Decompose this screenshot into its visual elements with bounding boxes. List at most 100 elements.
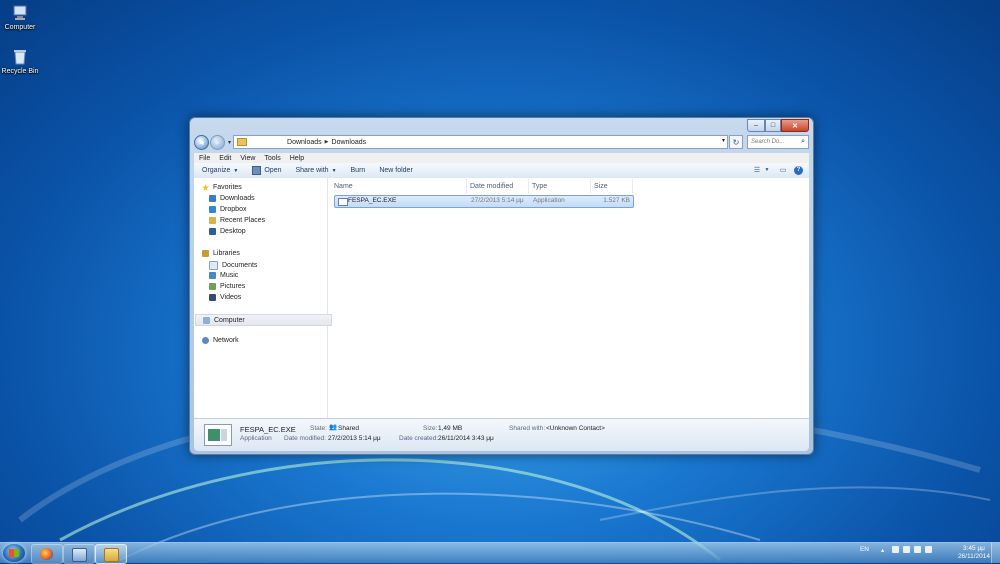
recent-places-icon [209, 217, 216, 224]
network-app-icon [72, 548, 87, 562]
new-folder-button[interactable]: New folder [379, 167, 412, 174]
file-size: 1.527 KB [603, 197, 630, 204]
nav-network[interactable]: Network [202, 337, 239, 344]
desktop-icon-label: Computer [4, 24, 36, 31]
details-pane: FESPA_EC.EXE Application State: 👥 Shared… [194, 418, 809, 451]
clock[interactable]: 3:45 μμ 26/11/2014 [958, 545, 990, 561]
chevron-down-icon[interactable]: ▼ [762, 165, 772, 175]
column-header-type[interactable]: Type [532, 179, 591, 193]
recycle-bin-icon [11, 48, 29, 66]
network-tray-icon[interactable] [903, 546, 910, 553]
nav-favorites[interactable]: Favorites [202, 184, 242, 191]
nav-label: Music [220, 272, 239, 279]
detail-modified-label: Date modified: [284, 435, 326, 442]
burn-button[interactable]: Burn [351, 167, 366, 174]
nav-item-pictures[interactable]: Pictures [209, 283, 245, 290]
show-desktop-button[interactable] [991, 543, 1000, 563]
desktop-icon-recycle-bin[interactable]: Recycle Bin [0, 48, 40, 75]
menu-help[interactable]: Help [290, 155, 304, 162]
language-indicator[interactable]: EN [860, 546, 869, 553]
detail-state-label: State: [310, 425, 327, 432]
share-with-label: Share with [295, 167, 329, 174]
preview-pane-icon[interactable]: ▭ [778, 165, 788, 175]
nav-label: Pictures [220, 283, 246, 290]
file-list: Name Date modified Type Size FESPA_EC.EX… [328, 178, 809, 418]
organize-button[interactable]: Organize ▼ [202, 167, 238, 174]
taskbar-firefox[interactable] [31, 544, 63, 564]
menu-tools[interactable]: Tools [264, 155, 280, 162]
nav-item-documents[interactable]: Documents [209, 261, 257, 270]
firefox-icon [40, 548, 53, 560]
nav-label: Network [213, 337, 239, 344]
command-bar: Organize ▼ Open Share with ▼ Burn New fold… [194, 163, 809, 179]
chevron-down-icon: ▼ [331, 167, 337, 174]
folder-icon [104, 548, 119, 562]
search-input[interactable]: Search Do... ⌕ [747, 135, 809, 149]
chevron-down-icon: ▼ [233, 167, 239, 174]
share-with-button[interactable]: Share with ▼ [295, 167, 336, 174]
recent-pages-dropdown[interactable]: ▾ [228, 139, 231, 146]
address-dropdown-icon[interactable]: ▾ [722, 137, 725, 144]
nav-item-downloads[interactable]: Downloads [209, 195, 255, 202]
desktop-icon-computer[interactable]: Computer [0, 4, 40, 31]
help-icon[interactable]: ? [794, 165, 803, 175]
open-button[interactable]: Open [252, 166, 281, 175]
detail-size-label: Size: [423, 425, 438, 432]
nav-item-music[interactable]: Music [209, 272, 238, 279]
navigation-pane: Favorites Downloads Dropbox Recent Place… [194, 178, 332, 418]
action-center-icon[interactable] [892, 546, 899, 553]
table-row[interactable]: FESPA_EC.EXE 27/2/2013 5:14 μμ Applicati… [334, 195, 634, 208]
shared-users-icon: 👥 [329, 424, 338, 431]
nav-computer[interactable]: Computer [195, 314, 332, 326]
nav-item-dropbox[interactable]: Dropbox [209, 206, 246, 213]
address-bar[interactable]: Downloads ▶ Downloads ▾ [233, 135, 728, 149]
maximize-button[interactable]: □ [765, 119, 781, 132]
libraries-icon [202, 250, 209, 257]
menu-file[interactable]: File [199, 155, 210, 162]
taskbar-app[interactable] [63, 544, 95, 564]
open-label: Open [264, 167, 282, 174]
computer-icon [203, 316, 210, 324]
window-controls: – □ ✕ [747, 119, 809, 132]
open-icon [252, 166, 262, 175]
taskbar-explorer[interactable] [95, 544, 127, 564]
application-icon [338, 198, 348, 206]
refresh-button[interactable]: ↻ [729, 135, 743, 149]
breadcrumb-item[interactable]: Downloads [287, 139, 322, 146]
minimize-button[interactable]: – [747, 119, 765, 132]
column-label: Name [334, 182, 353, 190]
computer-icon [11, 4, 29, 22]
music-icon [209, 272, 216, 279]
nav-item-videos[interactable]: Videos [209, 294, 241, 301]
breadcrumb-item[interactable]: Downloads [332, 139, 367, 146]
close-button[interactable]: ✕ [781, 119, 809, 132]
nav-libraries[interactable]: Libraries [202, 250, 240, 257]
file-thumbnail [204, 424, 232, 446]
menu-edit[interactable]: Edit [219, 155, 231, 162]
volume-icon[interactable] [914, 546, 921, 553]
column-header-size[interactable]: Size [594, 179, 633, 193]
folder-icon [237, 138, 248, 146]
breadcrumb-separator-icon[interactable]: ▶ [325, 139, 329, 145]
nav-label: Computer [214, 316, 245, 324]
explorer-window: – □ ✕ ◂ ▸ ▾ Downloads ▶ Downloads ▾ ↻ Se… [189, 117, 814, 455]
column-header-date-modified[interactable]: Date modified [470, 179, 529, 193]
forward-button[interactable]: ▸ [210, 134, 225, 150]
organize-label: Organize [202, 167, 231, 174]
menu-view[interactable]: View [240, 155, 255, 162]
desktop-icon [209, 228, 216, 235]
column-header-name[interactable]: Name [334, 179, 467, 193]
nav-label: Desktop [220, 228, 246, 235]
detail-size-value: 1,49 MB [438, 425, 463, 432]
nav-item-recent-places[interactable]: Recent Places [209, 217, 265, 224]
back-button[interactable]: ◂ [194, 134, 209, 150]
nav-item-desktop[interactable]: Desktop [209, 228, 246, 235]
power-icon[interactable] [925, 546, 932, 553]
start-button[interactable] [3, 544, 25, 562]
forward-arrow-icon: ▸ [215, 137, 220, 147]
detail-file-name: FESPA_EC.EXE [240, 425, 296, 434]
detail-created-label: Date created: [399, 435, 439, 442]
view-options-icon[interactable]: ☰ [752, 165, 762, 175]
show-hidden-icons-icon[interactable]: ▴ [881, 546, 888, 554]
column-label: Type [532, 182, 548, 190]
